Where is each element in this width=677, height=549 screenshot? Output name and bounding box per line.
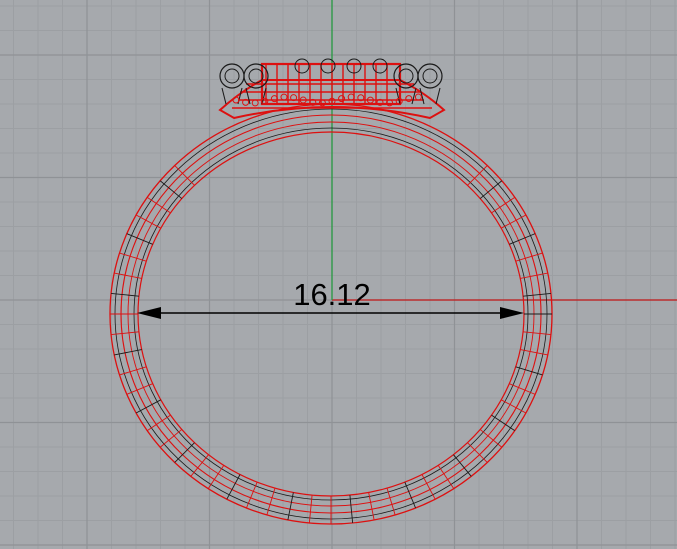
stone-setting-icon	[294, 58, 310, 74]
shank-segment-tick	[421, 474, 436, 500]
dimension-value-label[interactable]: 16.12	[293, 277, 371, 312]
stone-setting-icon	[219, 63, 245, 89]
dimension-arrow-right-icon	[500, 307, 524, 319]
stone-setting-icon	[224, 68, 240, 84]
grid-major-lines	[0, 0, 677, 549]
gallery-bead	[280, 93, 288, 101]
shank-segment-tick	[246, 481, 258, 509]
stone-setting-icon	[372, 58, 388, 74]
shank-segment-tick	[467, 442, 488, 463]
gallery-bead	[414, 93, 422, 101]
dimension-arrow-left-icon	[137, 307, 161, 319]
diameter-dimension[interactable]: 16.12	[137, 277, 524, 319]
prong	[435, 87, 441, 105]
shank-rail	[137, 131, 525, 497]
prong	[419, 87, 425, 105]
grid-minor-lines	[0, 0, 677, 549]
shank-segment-tick	[500, 399, 527, 414]
viewport-canvas[interactable]: 16.12	[0, 0, 677, 549]
shank-segment-tick	[509, 383, 536, 395]
rhino-viewport[interactable]: 16.12	[0, 0, 677, 549]
prong	[221, 87, 227, 105]
shank-segment-tick	[467, 165, 488, 186]
ring-shank-wireframe[interactable]	[109, 103, 553, 525]
shank-segment-tick	[126, 233, 153, 245]
stone-setting-icon	[320, 58, 336, 74]
shank-segment-tick	[404, 481, 416, 509]
shank-segment-tick	[509, 233, 536, 245]
shank-segment-tick	[126, 383, 153, 395]
shank-segment-tick	[135, 399, 162, 414]
shank-segment-tick	[226, 474, 241, 500]
gallery-bead	[251, 99, 259, 107]
stone-setting-icon	[248, 68, 264, 84]
